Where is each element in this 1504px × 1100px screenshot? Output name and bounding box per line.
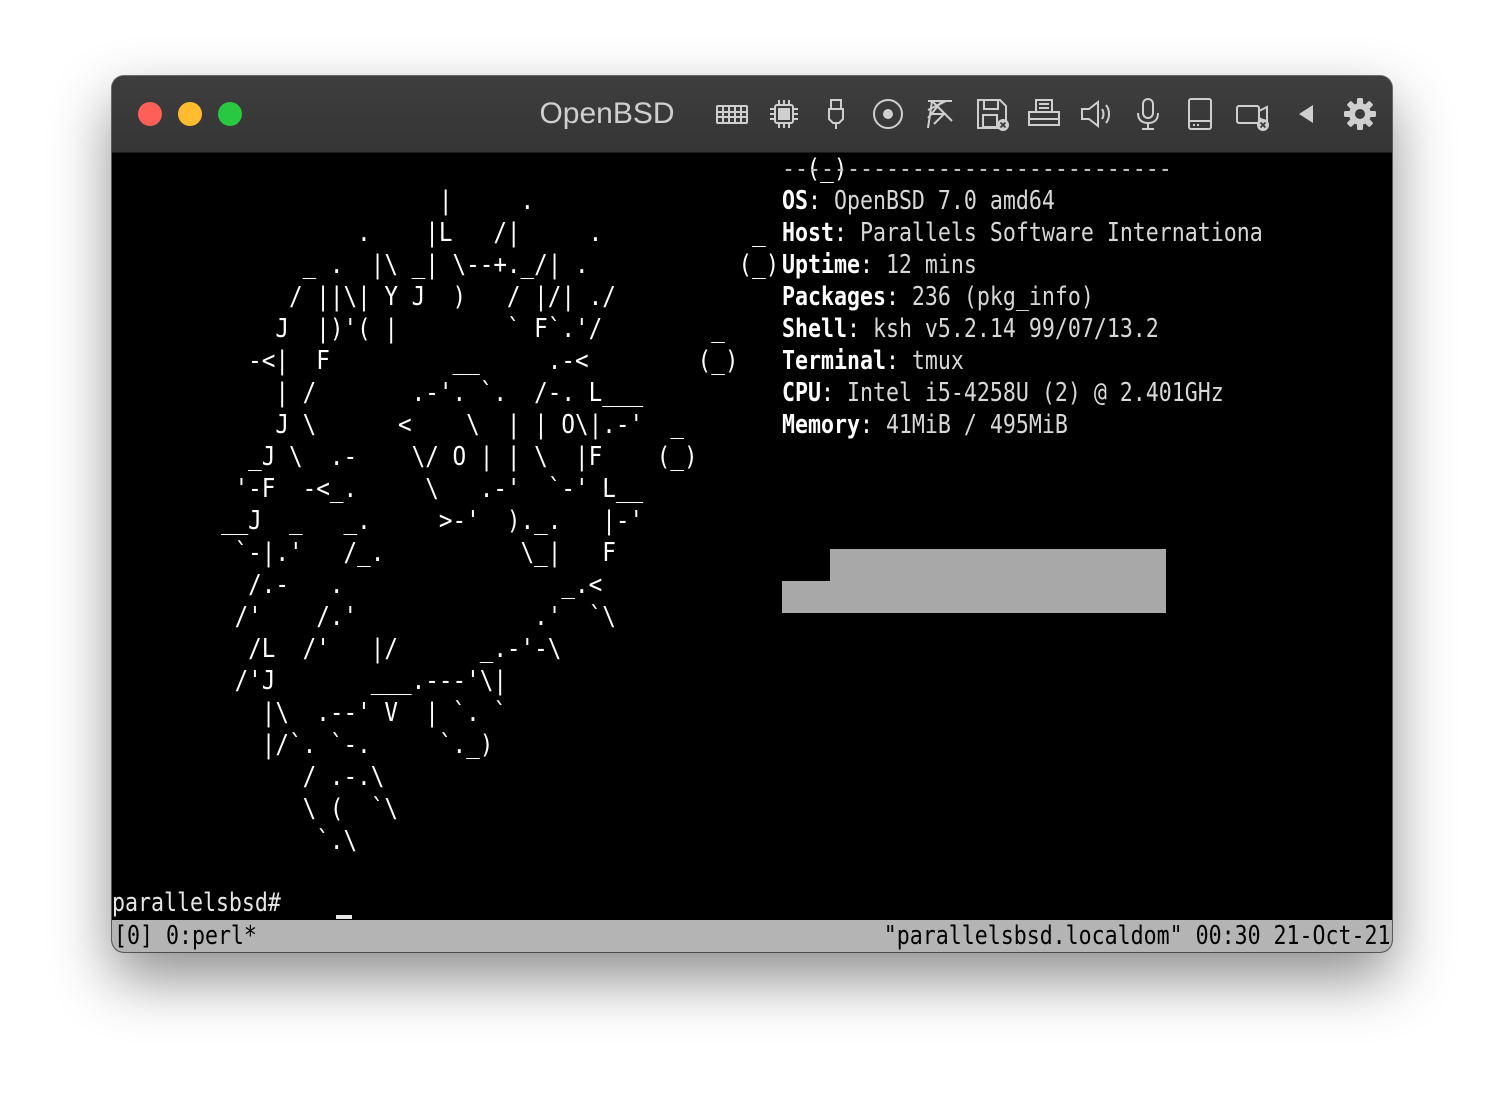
sysinfo-row-os: OS: OpenBSD 7.0 amd64 — [782, 186, 1055, 216]
sysinfo-row-uptime: Uptime: 12 mins — [782, 250, 977, 280]
sysinfo-row-terminal: Terminal: tmux — [782, 346, 964, 376]
network-icon[interactable] — [922, 96, 958, 132]
tmux-window-list[interactable]: [0] 0:perl* — [114, 920, 257, 952]
tmux-status-right: "parallelsbsd.localdom" 00:30 21-Oct-21 — [883, 921, 1390, 951]
openbsd-ascii-logo: (_) | . . |L /| . _ _ . |\ _| \--+._/| .… — [220, 154, 848, 856]
zoom-button[interactable] — [218, 102, 242, 126]
disc-icon[interactable] — [870, 96, 906, 132]
gear-icon[interactable] — [1342, 96, 1378, 132]
color-palette-block — [830, 549, 1166, 581]
sysinfo-separator: ------------------------------ — [782, 154, 1172, 184]
camera-icon[interactable] — [1234, 96, 1270, 132]
usb-icon[interactable] — [818, 96, 854, 132]
speaker-icon[interactable] — [1078, 96, 1114, 132]
sysinfo-row-cpu: CPU: Intel i5-4258U (2) @ 2.401GHz — [782, 378, 1224, 408]
keyboard-icon[interactable] — [714, 96, 750, 132]
sysinfo-row-memory: Memory: 41MiB / 495MiB — [782, 410, 1068, 440]
floppy-icon[interactable] — [974, 96, 1010, 132]
printer-icon[interactable] — [1026, 96, 1062, 132]
terminal-screen[interactable]: (_) | . . |L /| . _ _ . |\ _| \--+._/| .… — [112, 153, 1392, 952]
sysinfo-row-shell: Shell: ksh v5.2.14 99/07/13.2 — [782, 314, 1159, 344]
color-palette-block — [782, 581, 1166, 613]
collapse-arrow-icon[interactable] — [1288, 96, 1324, 132]
minimize-button[interactable] — [178, 102, 202, 126]
window-title: OpenBSD — [539, 97, 675, 130]
shell-prompt[interactable]: parallelsbsd# — [112, 887, 294, 919]
sysinfo-panel: ------------------------------ OS: OpenB… — [782, 153, 1361, 441]
vm-window: OpenBSD (_) | . . |L /| . _ _ . |\ _| \-… — [112, 76, 1392, 952]
hard-drive-icon[interactable] — [1182, 96, 1218, 132]
cpu-icon[interactable] — [766, 96, 802, 132]
close-button[interactable] — [138, 102, 162, 126]
sysinfo-row-packages: Packages: 236 (pkg_info) — [782, 282, 1094, 312]
microphone-icon[interactable] — [1130, 96, 1166, 132]
text-cursor — [336, 915, 352, 919]
sysinfo-row-host: Host: Parallels Software Internationa — [782, 218, 1263, 248]
title-bar[interactable]: OpenBSD — [112, 76, 1392, 153]
tmux-status-bar: [0] 0:perl* "parallelsbsd.localdom" 00:3… — [112, 920, 1392, 952]
